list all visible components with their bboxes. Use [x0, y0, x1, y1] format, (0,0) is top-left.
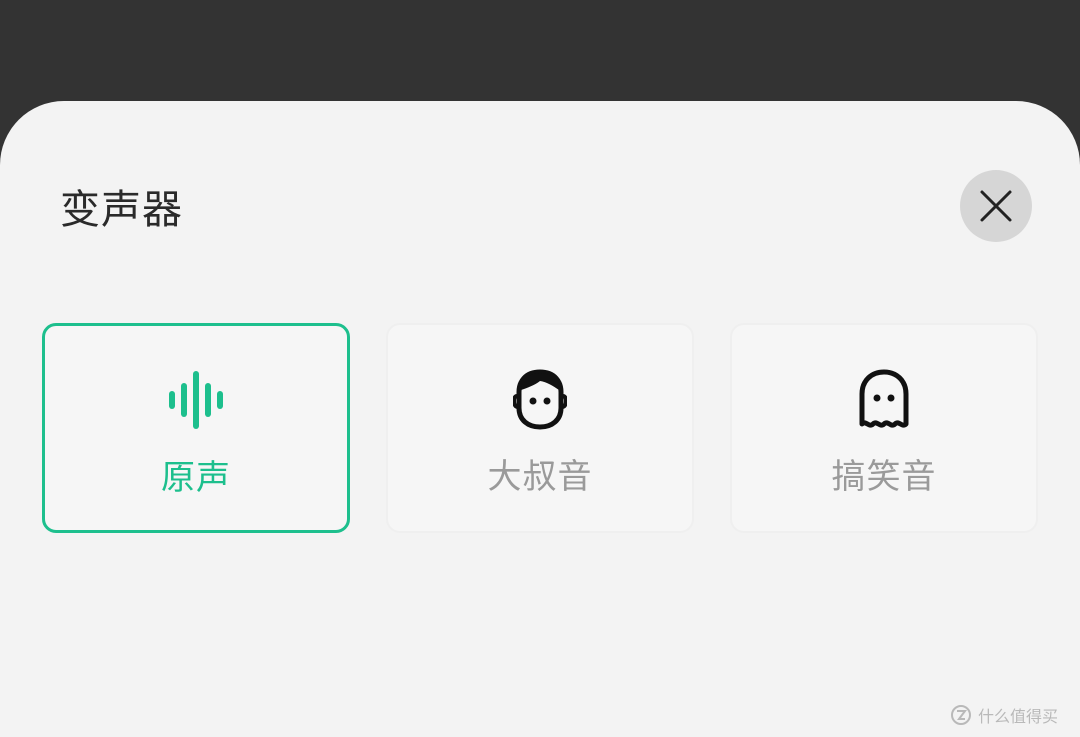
close-button[interactable] — [960, 170, 1032, 242]
watermark-text: 什么值得买 — [978, 707, 1059, 726]
voice-options: 原声 大叔音 搞笑音 — [42, 323, 1038, 533]
sheet-title: 变声器 — [60, 187, 183, 233]
watermark: 什么值得买 — [950, 702, 1058, 728]
option-uncle-voice[interactable]: 大叔音 — [386, 323, 694, 533]
waveform-icon — [164, 368, 228, 432]
voice-changer-sheet: 变声器 原声 大叔音 搞笑音 — [0, 101, 1080, 737]
uncle-face-icon — [508, 367, 572, 431]
watermark-logo-icon — [951, 705, 971, 725]
option-label: 搞笑音 — [831, 457, 937, 497]
option-label: 大叔音 — [487, 457, 593, 497]
option-original-voice[interactable]: 原声 — [42, 323, 350, 533]
option-label: 原声 — [161, 458, 231, 498]
close-icon — [980, 190, 1012, 222]
ghost-icon — [852, 367, 916, 431]
option-funny-voice[interactable]: 搞笑音 — [730, 323, 1038, 533]
